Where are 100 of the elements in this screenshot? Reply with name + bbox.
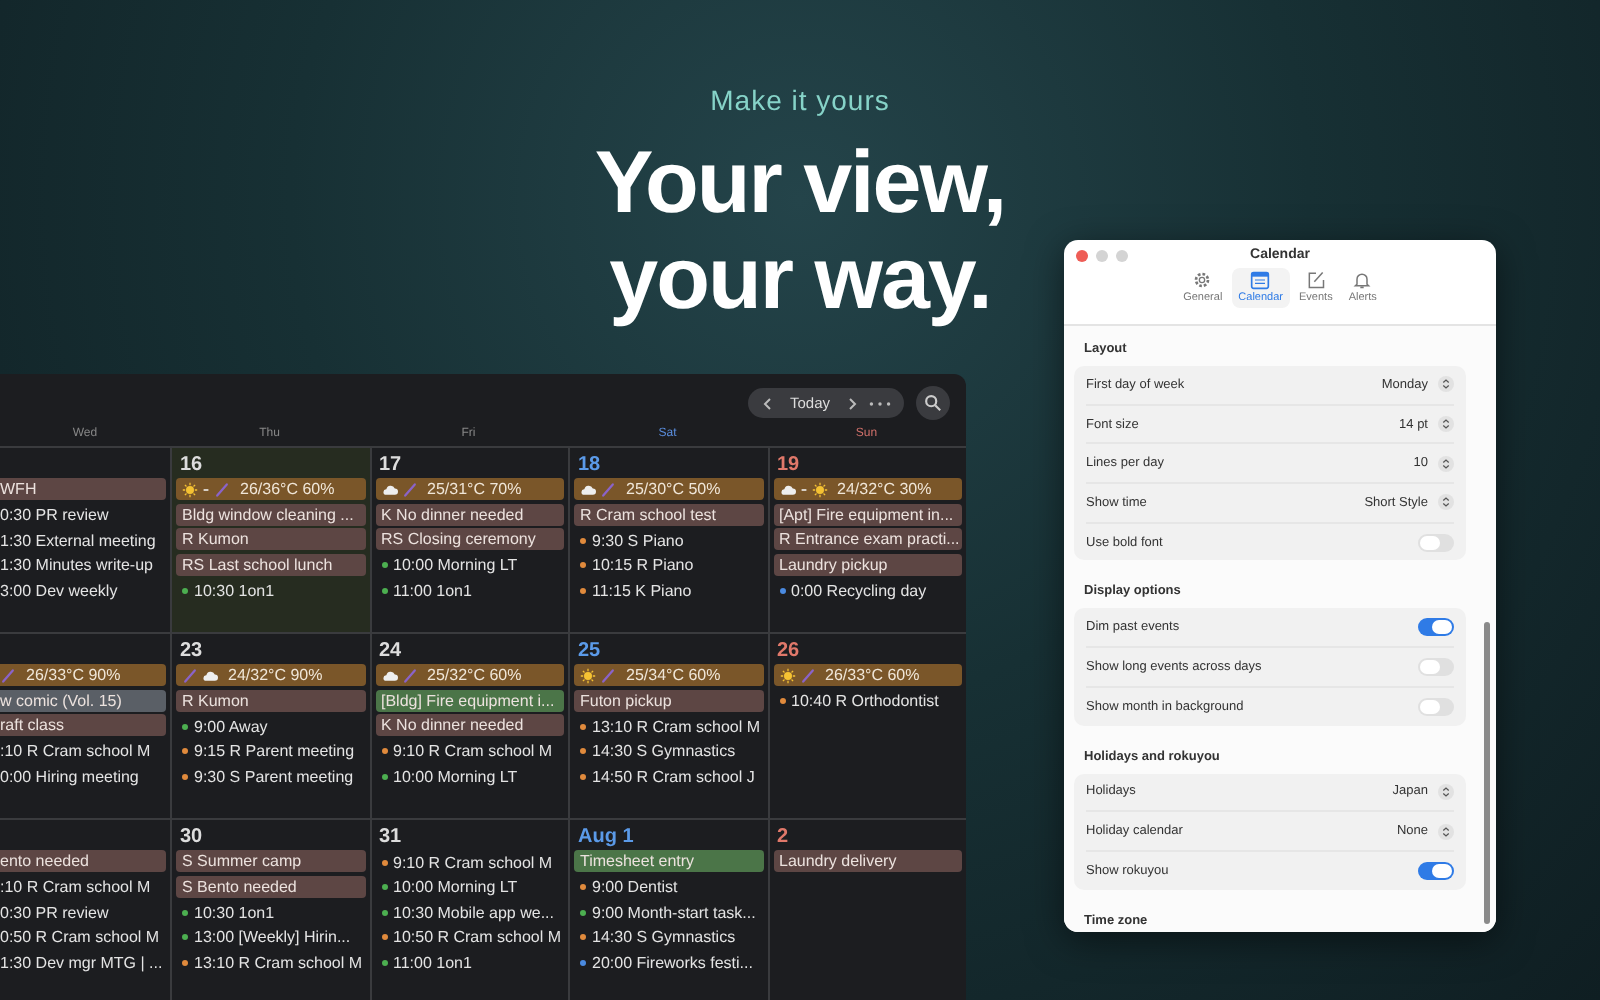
- event-bar[interactable]: [Bldg] Fire equipment i...: [375, 689, 564, 711]
- search-button[interactable]: [916, 386, 950, 420]
- stepper-icon: [1438, 376, 1454, 393]
- event-title[interactable]: 14:50 R Cram school J: [592, 767, 755, 786]
- weather-text: 25/34°C 60%: [626, 666, 721, 684]
- day-cell[interactable]: Aug 1 Timesheet entry 9:00 Dentist 9:00 Month-start task... 14:30 S Gymnastics 20:00 Fireworks festi...: [568, 818, 767, 1000]
- day-cell[interactable]: 16 26/36°C 60% Bldg window cleaning ... R Kumon RS Last school lunch 10:30 1on1: [170, 446, 369, 632]
- event-bar[interactable]: S Bento needed: [176, 875, 365, 897]
- event-title[interactable]: 0:30 PR review: [0, 903, 109, 922]
- event-bar[interactable]: S Summer camp: [176, 850, 365, 872]
- day-cell[interactable]: 2 Laundry delivery: [767, 818, 966, 1000]
- event-title[interactable]: 9:30 S Piano: [592, 531, 684, 550]
- event-title[interactable]: 9:00 Month-start task...: [592, 903, 756, 922]
- chevron-right-icon[interactable]: [844, 395, 860, 411]
- event-bar[interactable]: R Cram school test: [574, 503, 763, 525]
- weather-text: 25/31°C 70%: [427, 480, 522, 498]
- event-bar[interactable]: [Apt] Fire equipment in...: [773, 503, 962, 525]
- event-bar[interactable]: R Kumon: [176, 689, 365, 711]
- toggle-switch[interactable]: [1418, 657, 1454, 676]
- event-bar[interactable]: WFH: [0, 478, 166, 500]
- cloud-icon: [202, 667, 218, 683]
- event-title[interactable]: 11:00 1on1: [393, 953, 472, 972]
- bell-icon: [1352, 270, 1373, 290]
- event-title[interactable]: 13:10 R Cram school M: [592, 717, 761, 736]
- event-bar[interactable]: Futon pickup: [574, 689, 763, 711]
- day-cell[interactable]: 18 25/30°C 50% R Cram school test 9:30 S Piano 10:15 R Piano 11:15 K Piano: [568, 446, 767, 632]
- chevron-left-icon[interactable]: [759, 395, 776, 411]
- event-bar[interactable]: Bldg window cleaning ...: [176, 503, 365, 525]
- event-title[interactable]: 14:30 S Gymnastics: [592, 742, 736, 761]
- event-title[interactable]: 10:30 1on1: [194, 581, 275, 600]
- event-title[interactable]: 1:30 Minutes write-up: [0, 556, 153, 575]
- scrollbar[interactable]: [1484, 622, 1490, 924]
- event-title[interactable]: 13:00 [Weekly] Hirin...: [194, 928, 351, 947]
- date-number: 19: [775, 453, 800, 475]
- event-bar[interactable]: raft class: [0, 714, 166, 736]
- event-title[interactable]: 9:00 Away: [194, 717, 268, 736]
- event-title[interactable]: 11:00 1on1: [393, 581, 472, 600]
- date-number: 24: [377, 639, 402, 661]
- event-bar[interactable]: w comic (Vol. 15): [0, 689, 166, 711]
- date-number: 31: [377, 825, 402, 847]
- event-title[interactable]: :10 R Cram school M: [0, 878, 151, 897]
- event-title[interactable]: 10:00 Morning LT: [393, 878, 518, 897]
- event-title[interactable]: 13:10 R Cram school M: [194, 953, 363, 972]
- event-bar[interactable]: K No dinner needed: [375, 714, 564, 736]
- day-cell[interactable]: WFH 0:30 PR review 1:30 External meeting 1:30 Minutes write-up 3:00 Dev weekly: [0, 446, 170, 632]
- event-title[interactable]: 0:00 Recycling day: [791, 581, 927, 600]
- event-bar[interactable]: R Entrance exam practi...: [773, 528, 962, 550]
- event-title[interactable]: 10:00 Morning LT: [393, 556, 518, 575]
- toggle-switch[interactable]: [1418, 861, 1454, 880]
- event-bar[interactable]: Laundry pickup: [773, 553, 962, 575]
- event-title[interactable]: 9:10 R Cram school M: [393, 742, 553, 761]
- day-cell[interactable]: 19 24/32°C 30% [Apt] Fire equipment in... R Entrance exam practi... Laundry pickup 0:00 Recycling day: [767, 446, 966, 632]
- event-title[interactable]: 20:00 Fireworks festi...: [592, 953, 753, 972]
- date-number: Aug 1: [576, 825, 634, 847]
- event-bar[interactable]: ento needed: [0, 850, 166, 872]
- event-title[interactable]: 1:30 Dev mgr MTG | ...: [0, 953, 163, 972]
- event-title[interactable]: 1:30 External meeting: [0, 531, 156, 550]
- day-cell[interactable]: 24 25/32°C 60% [Bldg] Fire equipment i... K No dinner needed 9:10 R Cram school M 10:00 Morning LT: [369, 632, 568, 818]
- event-title[interactable]: 10:15 R Piano: [592, 556, 694, 575]
- event-bar[interactable]: K No dinner needed: [375, 503, 564, 525]
- day-cell[interactable]: 30 S Summer camp S Bento needed 10:30 1on1 13:00 [Weekly] Hirin... 13:10 R Cram school M: [170, 818, 369, 1000]
- toggle-switch[interactable]: [1418, 618, 1454, 637]
- event-title[interactable]: 11:15 K Piano: [592, 581, 692, 600]
- event-title[interactable]: 9:00 Dentist: [592, 878, 678, 897]
- toggle-switch[interactable]: [1418, 533, 1454, 552]
- sun-icon: [779, 667, 795, 683]
- stepper-icon: [1438, 494, 1454, 511]
- event-title[interactable]: 9:10 R Cram school M: [393, 853, 553, 872]
- event-title[interactable]: 14:30 S Gymnastics: [592, 928, 736, 947]
- calendar-icon: [1250, 270, 1271, 290]
- toggle-switch[interactable]: [1418, 697, 1454, 716]
- event-title[interactable]: 0:50 R Cram school M: [0, 928, 160, 947]
- day-cell[interactable]: 23 24/32°C 90% R Kumon 9:00 Away 9:15 R Parent meeting 9:30 S Parent meeting: [170, 632, 369, 818]
- day-cell[interactable]: 31 9:10 R Cram school M 10:00 Morning LT 10:30 Mobile app we... 10:50 R Cram school M 11:00 1on1: [369, 818, 568, 1000]
- close-button[interactable]: [1076, 250, 1088, 262]
- event-title[interactable]: 0:30 PR review: [0, 506, 109, 525]
- event-title[interactable]: 10:50 R Cram school M: [393, 928, 562, 947]
- day-cell[interactable]: 17 25/31°C 70% K No dinner needed RS Closing ceremony 10:00 Morning LT 11:00 1on1: [369, 446, 568, 632]
- event-title[interactable]: :10 R Cram school M: [0, 742, 151, 761]
- event-title[interactable]: 0:00 Hiring meeting: [0, 767, 139, 786]
- event-bar[interactable]: Laundry delivery: [773, 850, 962, 872]
- event-title[interactable]: 9:15 R Parent meeting: [194, 742, 355, 761]
- event-title[interactable]: 9:30 S Parent meeting: [194, 767, 354, 786]
- date-number: 2: [775, 825, 789, 847]
- event-bar[interactable]: R Kumon: [176, 528, 365, 550]
- event-title[interactable]: 10:30 Mobile app we...: [393, 903, 554, 922]
- cloud-icon: [381, 667, 397, 683]
- event-title[interactable]: 10:40 R Orthodontist: [791, 692, 939, 711]
- event-title[interactable]: 10:00 Morning LT: [393, 767, 518, 786]
- day-cell[interactable]: 26/33°C 90% w comic (Vol. 15) raft class :10 R Cram school M 0:00 Hiring meeting: [0, 632, 170, 818]
- event-bar[interactable]: RS Last school lunch: [176, 553, 365, 575]
- sun-icon: [811, 481, 827, 497]
- event-bar[interactable]: RS Closing ceremony: [375, 528, 564, 550]
- gear-icon: [1192, 270, 1213, 290]
- day-cell[interactable]: 25 25/34°C 60% Futon pickup 13:10 R Cram school M 14:30 S Gymnastics 14:50 R Cram school J: [568, 632, 767, 818]
- day-cell[interactable]: 26 26/33°C 60% 10:40 R Orthodontist: [767, 632, 966, 818]
- event-title[interactable]: 10:30 1on1: [194, 903, 275, 922]
- event-bar[interactable]: Timesheet entry: [574, 850, 763, 872]
- event-title[interactable]: 3:00 Dev weekly: [0, 581, 118, 600]
- day-cell[interactable]: ento needed :10 R Cram school M 0:30 PR review 0:50 R Cram school M 1:30 Dev mgr MTG | ...: [0, 818, 170, 1000]
